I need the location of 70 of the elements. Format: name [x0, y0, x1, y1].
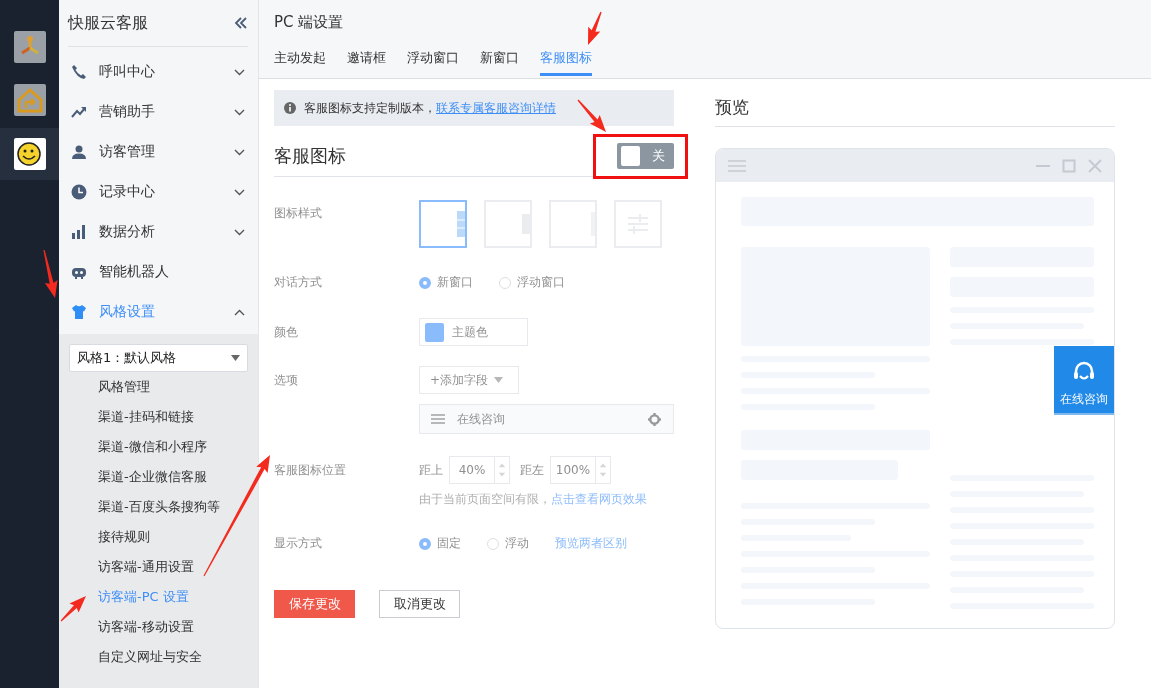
maximize-icon	[1062, 158, 1076, 173]
tab[interactable]: 新窗口	[480, 49, 519, 76]
annotation-arrow	[577, 99, 606, 132]
chevron-icon	[234, 108, 245, 116]
tab[interactable]: 浮动窗口	[407, 49, 459, 76]
app-rail-item[interactable]	[0, 128, 59, 180]
field-label: 距左	[520, 461, 544, 479]
collapse-icon[interactable]	[234, 17, 248, 29]
user-icon	[71, 144, 87, 160]
field-label: 颜色	[274, 323, 299, 341]
cancel-button[interactable]: 取消更改	[379, 590, 460, 618]
field-label: 距上	[419, 461, 443, 479]
icon-style-option[interactable]	[419, 200, 467, 248]
submenu-item[interactable]: 渠道-企业微信客服	[69, 462, 248, 492]
network-icon[interactable]	[13, 30, 46, 63]
submenu-item[interactable]: 风格管理	[69, 372, 248, 402]
badge-label: 在线咨询	[1060, 391, 1108, 408]
submenu-item[interactable]: 访客端-移动设置	[69, 612, 248, 642]
field-label: 显示方式	[274, 535, 323, 552]
smiley-icon[interactable]	[13, 138, 46, 170]
menu-item[interactable]: 记录中心	[59, 172, 258, 212]
home-icon[interactable]	[13, 83, 46, 116]
submenu-item[interactable]: 渠道-百度头条搜狗等	[69, 492, 248, 522]
submenu-item[interactable]: 访客端-通用设置	[69, 552, 248, 582]
field-label: 图标样式	[274, 205, 323, 222]
shirt-icon	[71, 304, 87, 320]
settings-icon[interactable]	[648, 412, 661, 426]
preview-title: 预览	[715, 88, 1115, 127]
info-icon	[284, 102, 296, 114]
menu-icon	[728, 158, 746, 173]
tab[interactable]: 邀请框	[347, 49, 386, 76]
menu-item[interactable]: 智能机器人	[59, 252, 258, 292]
caret-icon	[494, 377, 504, 383]
chevron-icon	[234, 148, 245, 156]
style-select[interactable]: 风格1：默认风格	[69, 344, 248, 372]
annotation-arrow	[588, 11, 602, 45]
side-tab-icon	[456, 211, 465, 237]
annotation-arrow	[60, 596, 86, 622]
menu-item[interactable]: 数据分析	[59, 212, 258, 252]
hint-text: 由于当前页面空间有限，点击查看网页效果	[419, 491, 647, 508]
menu-item[interactable]: 呼叫中心	[59, 52, 258, 92]
field-label: 客服图标位置	[274, 462, 347, 479]
menu-item[interactable]: 访客管理	[59, 132, 258, 172]
chevron-icon	[234, 188, 245, 196]
chevron-icon	[234, 308, 245, 316]
notice-text: 客服图标支持定制版本，联系专属客服咨询详情	[304, 99, 556, 117]
bar-chart-icon	[71, 224, 87, 240]
phone-icon	[71, 64, 87, 80]
minimize-icon	[1036, 164, 1050, 167]
field-label: 选项	[274, 372, 299, 389]
annotation-arrow	[43, 249, 58, 298]
tab[interactable]: 主动发起	[274, 49, 326, 76]
submenu-item[interactable]: 接待规则	[69, 522, 248, 552]
submenu-item[interactable]: 自定义网址与安全	[69, 642, 248, 672]
spinner-icon[interactable]	[596, 456, 611, 484]
chevron-icon	[234, 228, 245, 236]
spinner-icon[interactable]	[495, 456, 510, 484]
page-title: PC 端设置	[274, 13, 344, 33]
submenu-item[interactable]: 渠道-微信和小程序	[69, 432, 248, 462]
submenu-item[interactable]: 渠道-挂码和链接	[69, 402, 248, 432]
clock-icon	[71, 184, 87, 200]
chevron-icon	[234, 68, 245, 76]
app-title: 快服云客服	[68, 12, 148, 34]
caret-icon	[231, 355, 240, 361]
section-title: 客服图标	[274, 144, 346, 168]
close-icon	[1088, 158, 1102, 173]
menu-item[interactable]: 营销助手	[59, 92, 258, 132]
trend-icon	[71, 104, 87, 120]
drag-handle-icon[interactable]	[431, 414, 445, 424]
field-label: 对话方式	[274, 274, 323, 291]
